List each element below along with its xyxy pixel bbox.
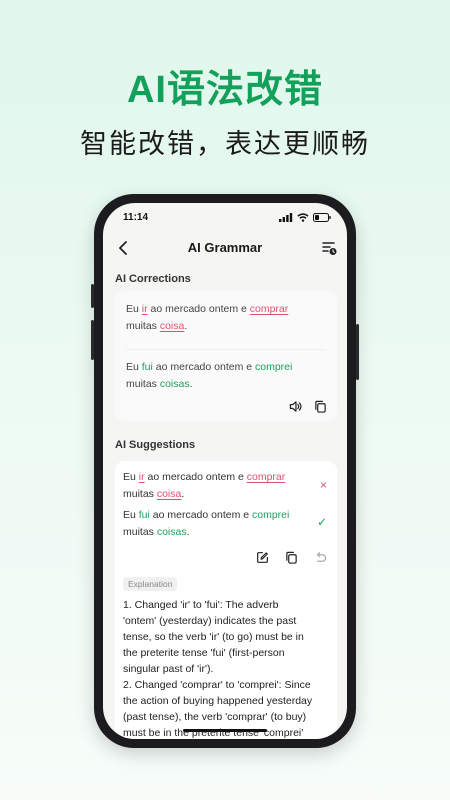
corrected-word: comprei [255,361,293,373]
phone-button [91,284,94,308]
plain-text: Eu [123,471,139,483]
explanation-line: the action of buying happened yesterday [123,695,313,707]
promo-title: AI语法改错 [126,69,323,111]
wifi-icon [297,212,309,222]
original-sentence: Eu ir ao mercado ontem e comprar muitas … [123,469,313,503]
plain-text: Eu [126,303,142,315]
suggestions-title: AI Suggestions [115,439,196,451]
plain-text: . [186,526,190,538]
explanation-line: 2. Changed 'comprar' to 'comprei': Since [123,679,311,691]
edit-icon[interactable] [256,551,269,564]
suggestions-card: Eu ir ao mercado ontem e comprar muitas … [115,461,337,739]
explanation-label: Explanation [123,577,178,591]
plain-text: Eu [123,509,139,521]
corrected-word: coisas [156,526,187,538]
copy-icon[interactable] [285,551,298,564]
copy-icon[interactable] [314,400,327,413]
plain-text: ao mercado ontem e [152,361,255,373]
suggestion-tools [256,551,327,564]
app-screen: 11:14 AI Grammar AI Corrections Eu ir ao… [103,203,347,739]
corrected-word: coisas [159,378,190,390]
error-word: coisa [156,488,182,500]
history-icon[interactable] [321,240,337,256]
close-icon[interactable]: × [320,478,327,492]
phone-frame: 11:14 AI Grammar AI Corrections Eu ir ao… [91,194,359,748]
corrections-card: Eu ir ao mercado ontem e comprar muitas … [115,291,337,421]
plain-text: muitas [123,526,157,538]
battery-icon [313,212,331,222]
explanation-line: (past tense), the verb 'comprar' (to buy… [123,711,307,723]
corrections-tools [289,400,327,413]
plain-text: ao mercado ontem e [149,509,252,521]
status-icons [279,212,331,222]
plain-text: ao mercado ontem e [144,471,247,483]
explanation-line: must be in the preterite tense 'comprei' [123,727,304,739]
plain-text: . [181,488,185,500]
signal-icon [279,212,293,222]
plain-text: ao mercado ontem e [147,303,250,315]
nav-bar: AI Grammar [103,233,347,263]
home-indicator[interactable] [183,729,267,732]
corrected-sentence: Eu fui ao mercado ontem e comprei muitas… [123,507,313,541]
status-time: 11:14 [123,211,149,223]
original-sentence: Eu ir ao mercado ontem e comprar muitas … [126,301,326,335]
divider [126,349,326,350]
corrected-word: fui [141,361,153,373]
explanation-line: 'ontem' (yesterday) indicates the past [123,615,297,627]
error-word: comprar [249,303,289,315]
plain-text: muitas [126,378,160,390]
phone-button [356,324,359,380]
speaker-icon[interactable] [289,400,302,413]
page-title: AI Grammar [187,240,263,255]
plain-text: . [184,320,188,332]
explanation-text: 1. Changed 'ir' to 'fui': The adverb 'on… [123,597,329,739]
plain-text: muitas [123,488,157,500]
explanation-line: tense, so the verb 'ir' (to go) must be … [123,631,304,643]
status-bar: 11:14 [103,203,347,231]
promo-subtitle: 智能改错，表达更顺畅 [80,129,370,159]
corrected-word: comprei [252,509,290,521]
check-icon[interactable]: ✓ [317,515,327,529]
plain-text: muitas [126,320,160,332]
explanation-line: 1. Changed 'ir' to 'fui': The adverb [123,599,279,611]
corrected-sentence: Eu fui ao mercado ontem e comprei muitas… [126,359,326,393]
explanation-line: the preterite tense 'fui' (first-person [123,647,285,659]
error-word: comprar [246,471,286,483]
plain-text: . [189,378,193,390]
corrections-title: AI Corrections [115,273,191,285]
plain-text: Eu [126,361,142,373]
corrected-word: fui [138,509,150,521]
explanation-line: singular past of 'ir'). [123,663,214,675]
error-word: coisa [159,320,185,332]
undo-icon[interactable] [314,551,327,564]
phone-button [91,320,94,360]
